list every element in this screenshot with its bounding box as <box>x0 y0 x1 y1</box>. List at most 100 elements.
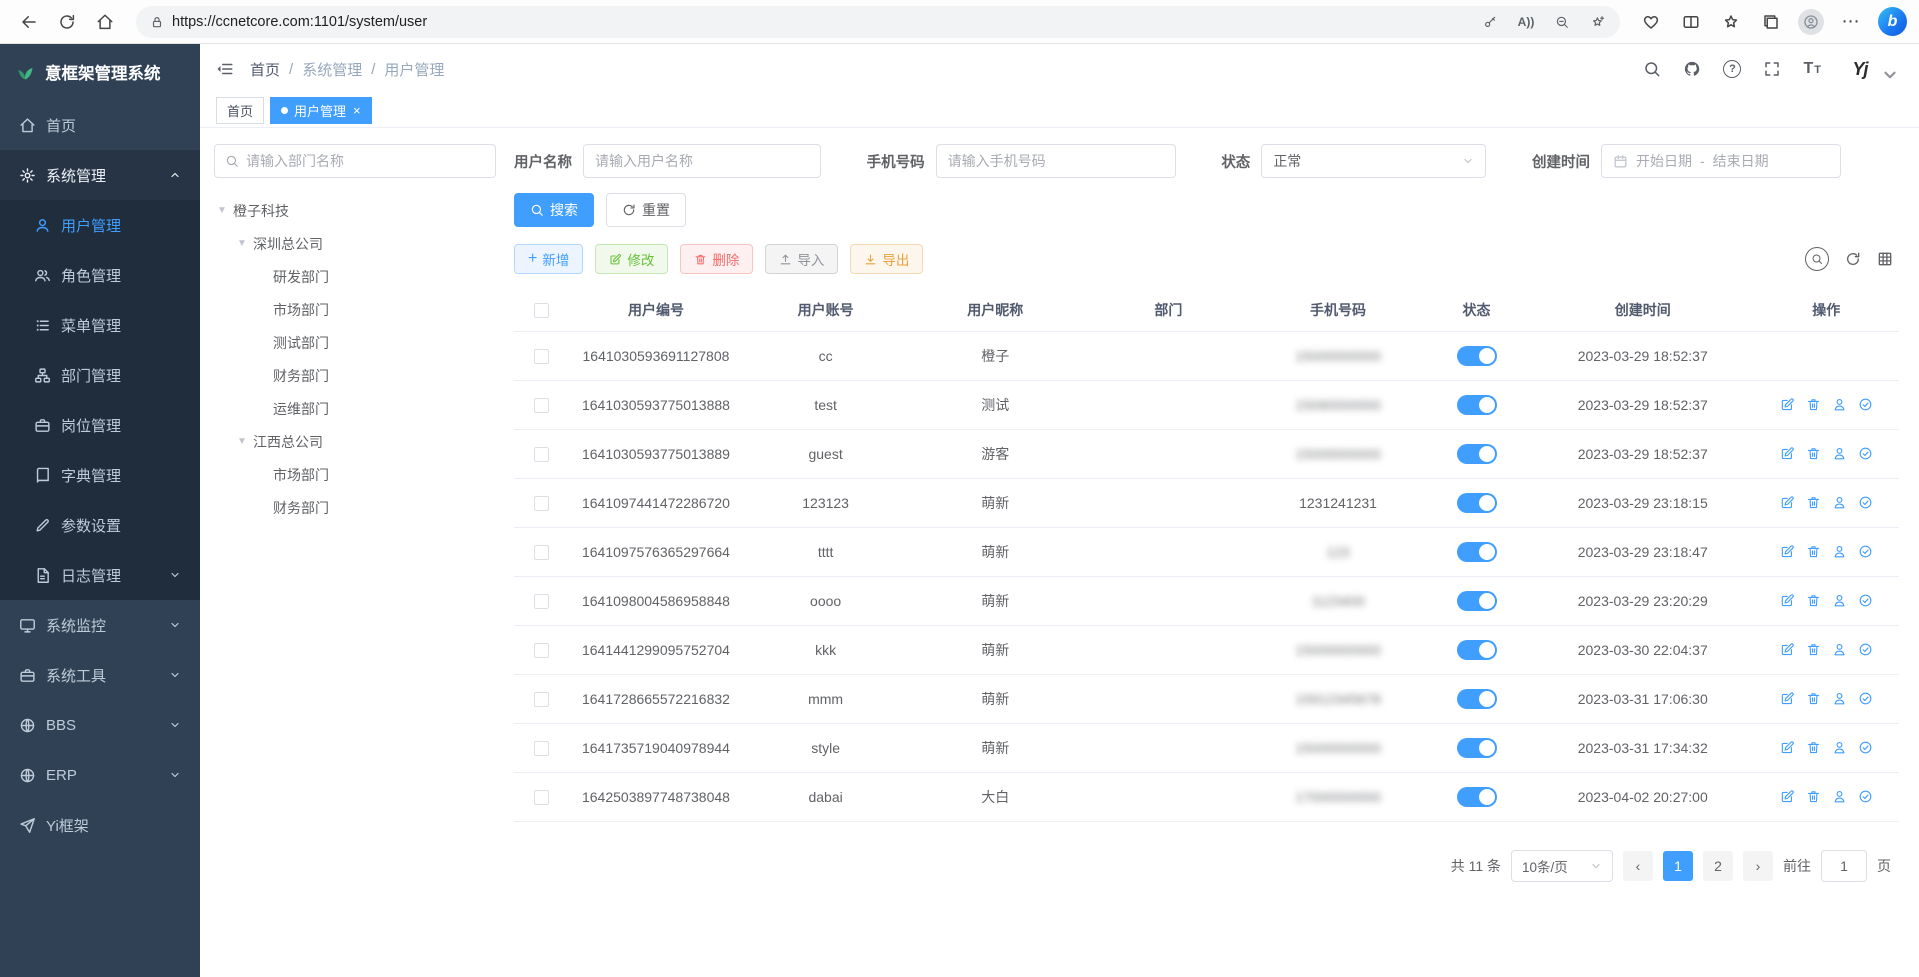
browser-essentials-icon[interactable] <box>1634 5 1668 39</box>
status-toggle[interactable] <box>1457 640 1497 660</box>
browser-home-button[interactable] <box>88 5 122 39</box>
edit-icon[interactable] <box>1780 740 1795 755</box>
status-toggle[interactable] <box>1457 542 1497 562</box>
delete-icon[interactable] <box>1806 397 1821 412</box>
select-all-checkbox[interactable] <box>534 303 549 318</box>
import-button[interactable]: 导入 <box>765 244 838 274</box>
status-toggle[interactable] <box>1457 493 1497 513</box>
search-button[interactable]: 搜索 <box>514 193 594 227</box>
sidebar-item-role-management[interactable]: 角色管理 <box>0 250 200 300</box>
browser-more-icon[interactable]: ⋯ <box>1834 5 1868 39</box>
delete-icon[interactable] <box>1806 789 1821 804</box>
help-icon[interactable]: ? <box>1723 60 1741 78</box>
sidebar-item-log-management[interactable]: 日志管理 <box>0 550 200 600</box>
assign-role-icon[interactable] <box>1858 642 1873 657</box>
tree-node[interactable]: 财务部门 <box>214 359 496 392</box>
favorites-icon[interactable] <box>1714 5 1748 39</box>
date-range-picker[interactable]: 开始日期 - 结束日期 <box>1601 144 1841 178</box>
row-checkbox[interactable] <box>534 741 549 756</box>
browser-refresh-button[interactable] <box>50 5 84 39</box>
edit-icon[interactable] <box>1780 495 1795 510</box>
row-checkbox[interactable] <box>534 692 549 707</box>
address-bar[interactable]: https://ccnetcore.com:1101/system/user A… <box>136 6 1620 38</box>
edit-icon[interactable] <box>1780 593 1795 608</box>
user-avatar[interactable]: Yj <box>1843 54 1899 84</box>
delete-icon[interactable] <box>1806 642 1821 657</box>
delete-icon[interactable] <box>1806 495 1821 510</box>
reset-password-icon[interactable] <box>1832 397 1847 412</box>
reset-password-icon[interactable] <box>1832 691 1847 706</box>
delete-icon[interactable] <box>1806 593 1821 608</box>
close-tab-icon[interactable]: × <box>353 103 361 118</box>
sidebar-item-home[interactable]: 首页 <box>0 100 200 150</box>
delete-icon[interactable] <box>1806 544 1821 559</box>
status-toggle[interactable] <box>1457 787 1497 807</box>
edit-button[interactable]: 修改 <box>595 244 668 274</box>
zoom-icon[interactable] <box>1548 8 1576 36</box>
row-checkbox[interactable] <box>534 447 549 462</box>
tab-home[interactable]: 首页 <box>216 97 264 124</box>
breadcrumb-home[interactable]: 首页 <box>250 59 280 80</box>
tree-node[interactable]: ▼江西总公司 <box>214 425 496 458</box>
status-select[interactable]: 正常 <box>1261 144 1486 178</box>
delete-button[interactable]: 删除 <box>680 244 753 274</box>
assign-role-icon[interactable] <box>1858 789 1873 804</box>
tree-node[interactable]: 市场部门 <box>214 458 496 491</box>
edit-icon[interactable] <box>1780 691 1795 706</box>
delete-icon[interactable] <box>1806 446 1821 461</box>
password-key-icon[interactable] <box>1476 8 1504 36</box>
tree-node[interactable]: 财务部门 <box>214 491 496 524</box>
reset-password-icon[interactable] <box>1832 446 1847 461</box>
row-checkbox[interactable] <box>534 349 549 364</box>
sidebar-item-user-management[interactable]: 用户管理 <box>0 200 200 250</box>
page-button-1[interactable]: 1 <box>1663 851 1693 881</box>
assign-role-icon[interactable] <box>1858 446 1873 461</box>
reset-button[interactable]: 重置 <box>606 193 686 227</box>
sidebar-item-system-monitor[interactable]: 系统监控 <box>0 600 200 650</box>
status-toggle[interactable] <box>1457 395 1497 415</box>
status-toggle[interactable] <box>1457 444 1497 464</box>
page-size-select[interactable]: 10条/页 <box>1511 850 1613 882</box>
goto-page-input[interactable] <box>1822 858 1866 874</box>
reset-password-icon[interactable] <box>1832 642 1847 657</box>
dept-search-input[interactable] <box>246 153 485 169</box>
sidebar-item-param-settings[interactable]: 参数设置 <box>0 500 200 550</box>
assign-role-icon[interactable] <box>1858 495 1873 510</box>
collapse-sidebar-icon[interactable] <box>216 60 234 78</box>
font-size-icon[interactable]: TT <box>1803 60 1821 78</box>
row-checkbox[interactable] <box>534 790 549 805</box>
username-input[interactable] <box>595 153 809 169</box>
tree-node[interactable]: 测试部门 <box>214 326 496 359</box>
row-checkbox[interactable] <box>534 594 549 609</box>
add-favorite-icon[interactable] <box>1584 8 1612 36</box>
reset-password-icon[interactable] <box>1832 593 1847 608</box>
status-toggle[interactable] <box>1457 591 1497 611</box>
sidebar-item-yi-framework[interactable]: Yi框架 <box>0 800 200 850</box>
sidebar-item-system-management[interactable]: 系统管理 <box>0 150 200 200</box>
assign-role-icon[interactable] <box>1858 740 1873 755</box>
prev-page-button[interactable]: ‹ <box>1623 851 1653 881</box>
tab-user-management[interactable]: 用户管理 × <box>270 97 372 124</box>
tree-node[interactable]: 市场部门 <box>214 293 496 326</box>
add-button[interactable]: +新增 <box>514 244 583 274</box>
sidebar-item-menu-management[interactable]: 菜单管理 <box>0 300 200 350</box>
tree-node[interactable]: 研发部门 <box>214 260 496 293</box>
status-toggle[interactable] <box>1457 346 1497 366</box>
edit-icon[interactable] <box>1780 397 1795 412</box>
tree-node[interactable]: 运维部门 <box>214 392 496 425</box>
assign-role-icon[interactable] <box>1858 691 1873 706</box>
caret-icon[interactable]: ▼ <box>234 238 250 249</box>
reset-password-icon[interactable] <box>1832 740 1847 755</box>
caret-icon[interactable]: ▼ <box>214 205 230 216</box>
caret-icon[interactable]: ▼ <box>234 436 250 447</box>
phone-input[interactable] <box>948 153 1164 169</box>
row-checkbox[interactable] <box>534 496 549 511</box>
url-text[interactable]: https://ccnetcore.com:1101/system/user <box>172 14 1468 30</box>
reset-password-icon[interactable] <box>1832 495 1847 510</box>
delete-icon[interactable] <box>1806 740 1821 755</box>
sidebar-item-erp[interactable]: ERP <box>0 750 200 800</box>
tree-node[interactable]: ▼橙子科技 <box>214 194 496 227</box>
toggle-search-icon[interactable] <box>1805 247 1829 271</box>
sidebar-item-post-management[interactable]: 岗位管理 <box>0 400 200 450</box>
status-toggle[interactable] <box>1457 689 1497 709</box>
